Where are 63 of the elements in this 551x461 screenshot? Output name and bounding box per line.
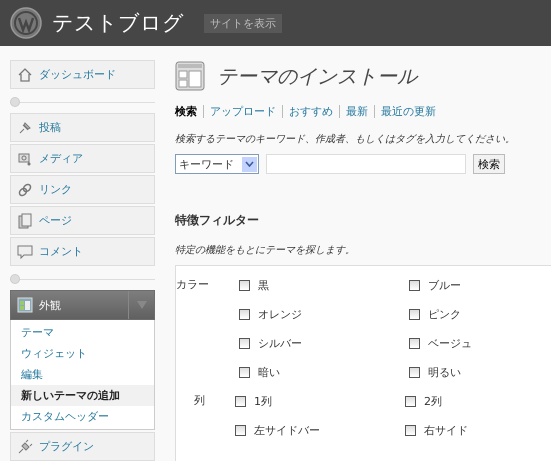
menu-item[interactable]: メディア <box>10 144 155 173</box>
menu-item[interactable]: リンク <box>10 175 155 204</box>
tab[interactable]: 検索 <box>175 105 203 118</box>
option-label: 明るい <box>428 365 461 380</box>
option-label: オレンジ <box>258 307 302 322</box>
logo-icon <box>10 7 42 39</box>
themes-icon <box>175 61 205 91</box>
menu-item[interactable]: プラグイン <box>10 432 155 461</box>
search-field[interactable] <box>266 154 466 174</box>
menu-item[interactable]: コメント <box>10 237 155 266</box>
checkbox[interactable] <box>235 425 246 436</box>
submenu-item[interactable]: 新しいテーマの追加 <box>11 385 154 406</box>
checkbox[interactable] <box>409 367 420 378</box>
tab[interactable]: 最近の更新 <box>374 105 442 118</box>
option-label: シルバー <box>258 336 302 351</box>
search-type-select[interactable]: キーワード <box>175 154 259 174</box>
menu-item[interactable]: ページ <box>10 206 155 235</box>
checkbox[interactable] <box>235 396 246 407</box>
appearance-icon <box>17 297 33 313</box>
option-label: 暗い <box>258 365 280 380</box>
option-label: 1列 <box>254 394 272 409</box>
option-label: ピンク <box>428 307 461 322</box>
option-label: 2列 <box>424 394 442 409</box>
checkbox[interactable] <box>239 280 250 291</box>
pin-icon <box>17 120 33 136</box>
plug-icon <box>17 438 33 454</box>
site-title: テストブログ <box>52 10 184 37</box>
checkbox[interactable] <box>405 425 416 436</box>
submenu-item[interactable]: カスタムヘッダー <box>11 406 154 427</box>
menu-item[interactable]: 外観 <box>10 290 155 320</box>
search-button[interactable]: 検索 <box>473 154 505 174</box>
checkbox[interactable] <box>405 396 416 407</box>
page-icon <box>17 212 33 228</box>
option-label: ベージュ <box>428 336 472 351</box>
checkbox[interactable] <box>409 309 420 320</box>
checkbox[interactable] <box>239 309 250 320</box>
option-label: 黒 <box>258 278 269 293</box>
search-hint: 検索するテーマのキーワード、作成者、もしくはタグを入力してください。 <box>175 132 516 146</box>
submenu-item[interactable]: ウィジェット <box>11 343 154 364</box>
checkbox[interactable] <box>409 338 420 349</box>
comment-icon <box>17 244 33 260</box>
checkbox[interactable] <box>239 367 250 378</box>
tab[interactable]: 最新 <box>339 105 374 118</box>
filter-heading: 特徴フィルター <box>175 212 260 229</box>
option-label: 左サイドバー <box>254 423 320 438</box>
filter-label: 列 <box>193 394 206 409</box>
house-icon <box>17 66 33 82</box>
tab[interactable]: おすすめ <box>282 105 339 118</box>
tab[interactable]: アップロード <box>203 105 282 118</box>
view-site-button[interactable]: サイトを表示 <box>204 14 282 32</box>
menu-item[interactable]: 投稿 <box>10 113 155 142</box>
filter-description: 特定の機能をもとにテーマを探します。 <box>175 244 356 257</box>
checkbox[interactable] <box>239 338 250 349</box>
submenu-item[interactable]: 編集 <box>11 364 154 385</box>
option-label: 右サイド <box>424 423 468 438</box>
link-icon <box>17 182 33 198</box>
checkbox[interactable] <box>409 280 420 291</box>
page-title: テーマのインストール <box>217 62 417 90</box>
submenu-item[interactable]: テーマ <box>11 322 154 343</box>
menu-item[interactable]: ダッシュボード <box>10 60 155 89</box>
option-label: ブルー <box>428 278 461 293</box>
media-icon <box>17 150 33 166</box>
filter-label: カラー <box>176 278 210 293</box>
